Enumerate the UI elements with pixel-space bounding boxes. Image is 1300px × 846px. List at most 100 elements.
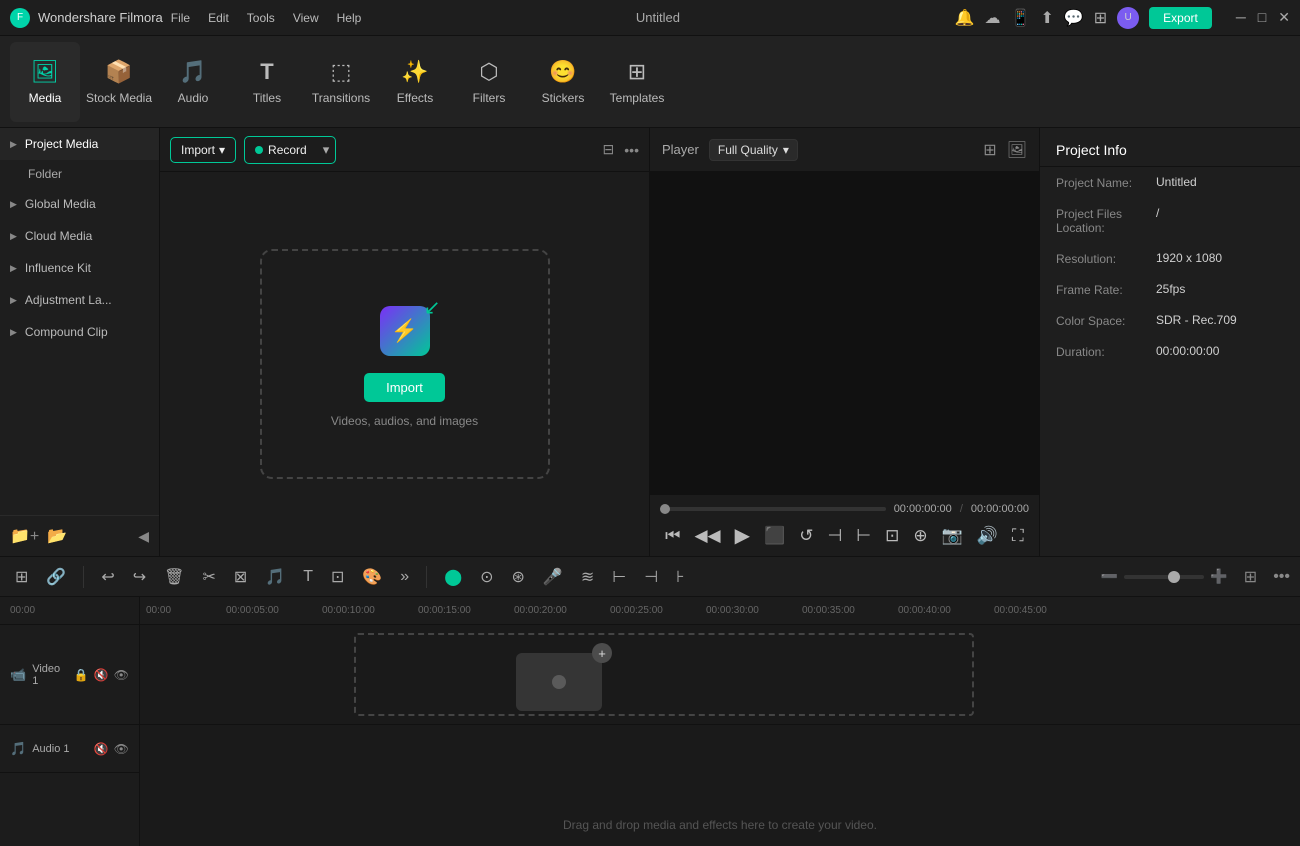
player-snapshot-icon[interactable]: 🖼 <box>1007 140 1027 160</box>
audio-button[interactable]: 🔊 <box>977 526 998 546</box>
filter-icon[interactable]: ⊟ <box>603 141 615 158</box>
app-logo: F <box>10 8 30 28</box>
apps-icon[interactable]: ⊞ <box>1094 8 1107 28</box>
add-folder-icon[interactable]: 📁+ <box>10 526 39 546</box>
redo-button[interactable]: ↪ <box>128 563 151 591</box>
delete-button[interactable]: 🗑 <box>159 563 189 591</box>
record-arrow-icon[interactable]: ▾ <box>317 137 336 163</box>
toolbar-transitions[interactable]: ⬚ Transitions <box>306 42 376 122</box>
magnet-button[interactable]: 🔗 <box>41 563 71 591</box>
menu-tools[interactable]: Tools <box>247 11 275 25</box>
notification-icon[interactable]: 🔔 <box>955 8 975 28</box>
player-viewport <box>650 172 1039 494</box>
ruler-mark-7: 00:00:35:00 <box>802 605 898 616</box>
sidebar-item-compound-clip[interactable]: ▶ Compound Clip <box>0 316 159 348</box>
more-options-icon[interactable]: ••• <box>624 142 639 158</box>
text-button[interactable]: T <box>298 564 318 590</box>
audio-eye-icon[interactable]: 👁 <box>114 742 129 756</box>
maximize-button[interactable]: □ <box>1258 9 1266 26</box>
sidebar-item-cloud-media[interactable]: ▶ Cloud Media <box>0 220 159 252</box>
sidebar-item-adjustment-layer[interactable]: ▶ Adjustment La... <box>0 284 159 316</box>
group-button[interactable]: ⊣ <box>639 563 663 591</box>
devices-icon[interactable]: 📱 <box>1011 8 1031 28</box>
ripple-button[interactable]: ⊙ <box>475 563 498 591</box>
share-icon[interactable]: ⬆ <box>1040 8 1053 28</box>
toolbar-audio[interactable]: 🎵 Audio <box>158 42 228 122</box>
close-button[interactable]: ✕ <box>1278 9 1290 26</box>
toolbar-stock-media[interactable]: 📦 Stock Media <box>84 42 154 122</box>
scene-detection-button[interactable]: ⊞ <box>10 563 33 591</box>
mark-out-button[interactable]: ⊢ <box>856 526 871 546</box>
crop-button[interactable]: ⊠ <box>229 563 252 591</box>
toolbar-effects[interactable]: ✨ Effects <box>380 42 450 122</box>
quality-select[interactable]: Full Quality ▾ <box>709 139 798 161</box>
sidebar-collapse-icon[interactable]: ◀ <box>138 528 149 545</box>
clip-volume-button[interactable]: ≋ <box>576 563 599 591</box>
zoom-handle[interactable] <box>1168 571 1180 583</box>
zoom-slider[interactable] <box>1124 575 1204 579</box>
record-button[interactable]: Record <box>245 138 317 162</box>
menu-view[interactable]: View <box>293 11 319 25</box>
toolbar-filters[interactable]: ⬡ Filters <box>454 42 524 122</box>
sidebar-item-global-media[interactable]: ▶ Global Media <box>0 188 159 220</box>
timeline-content[interactable]: + Drag and drop media and effects here t… <box>140 625 1300 846</box>
cloud-icon[interactable]: ☁ <box>985 8 1001 28</box>
sidebar-item-influence-kit[interactable]: ▶ Influence Kit <box>0 252 159 284</box>
download-arrow-icon: ↙ <box>424 295 441 320</box>
toolbar-titles[interactable]: T Titles <box>232 42 302 122</box>
play-button[interactable]: ▶ <box>735 523 750 548</box>
fullscreen-button[interactable]: ⛶ <box>1012 526 1024 546</box>
toolbar-media[interactable]: 🖼 Media <box>10 42 80 122</box>
timeline-active-tool[interactable]: ⬤ <box>439 563 467 591</box>
color-button[interactable]: 🎨 <box>357 563 387 591</box>
clip-to-timeline-button[interactable]: ⊕ <box>913 526 927 546</box>
menu-edit[interactable]: Edit <box>208 11 229 25</box>
project-name-row: Project Name: Untitled <box>1040 167 1300 198</box>
skip-start-button[interactable]: ⏮ <box>665 526 680 546</box>
eye-icon[interactable]: 👁 <box>114 668 129 682</box>
audio-track-icon: 🎵 <box>10 741 26 757</box>
media-panel: Import ▾ Record ▾ ⊟ ••• ⚡ <box>160 128 650 556</box>
more-tools-button[interactable]: » <box>395 564 414 590</box>
menu-file[interactable]: File <box>171 11 190 25</box>
zoom-out-icon[interactable]: ➖ <box>1101 568 1118 585</box>
export-button[interactable]: Export <box>1149 7 1212 29</box>
sidebar-item-folder[interactable]: Folder <box>0 160 159 188</box>
media-icon: 🖼 <box>31 59 59 85</box>
more-timeline-icon[interactable]: ••• <box>1273 568 1290 586</box>
mute-icon[interactable]: 🔇 <box>94 668 109 682</box>
zoom-in-icon[interactable]: ➕ <box>1210 568 1227 585</box>
player-crop-icon[interactable]: ⊞ <box>983 140 996 160</box>
open-folder-icon[interactable]: 📂 <box>47 526 67 546</box>
split-button[interactable]: ⊦ <box>671 563 689 591</box>
ruler-mark-2: 00:00:10:00 <box>322 605 418 616</box>
loop-button[interactable]: ↺ <box>799 526 813 546</box>
transform-button[interactable]: ⊡ <box>326 563 349 591</box>
grid-layout-icon[interactable]: ⊞ <box>1244 567 1257 587</box>
snapshot-button[interactable]: 📷 <box>942 526 963 546</box>
toolbar-stickers[interactable]: 😊 Stickers <box>528 42 598 122</box>
import-button[interactable]: Import ▾ <box>171 138 235 162</box>
community-icon[interactable]: 💬 <box>1064 8 1084 28</box>
import-green-button[interactable]: Import <box>364 373 445 402</box>
audio-mute-icon[interactable]: 🔇 <box>94 742 109 756</box>
menu-help[interactable]: Help <box>337 11 362 25</box>
minimize-button[interactable]: ─ <box>1236 9 1246 26</box>
lock-icon[interactable]: 🔒 <box>74 668 89 682</box>
user-avatar[interactable]: U <box>1117 7 1139 29</box>
scene-detect-button[interactable]: ⊡ <box>885 526 899 546</box>
toolbar-templates[interactable]: ⊞ Templates <box>602 42 672 122</box>
step-back-button[interactable]: ◀◀ <box>694 526 720 546</box>
sidebar-item-project-media[interactable]: ▶ Project Media <box>0 128 159 160</box>
cut-button[interactable]: ✂ <box>197 563 220 591</box>
progress-track[interactable] <box>660 507 886 511</box>
mark-in-button[interactable]: ⊣ <box>827 526 842 546</box>
progress-handle[interactable] <box>660 504 670 514</box>
undo-button[interactable]: ↩ <box>96 563 119 591</box>
import-drop-area[interactable]: ⚡ ↙ Import Videos, audios, and images <box>260 249 550 479</box>
speed-button[interactable]: ⊛ <box>507 563 530 591</box>
audio-detach-button[interactable]: 🎵 <box>260 563 290 591</box>
detach-button[interactable]: ⊢ <box>607 563 631 591</box>
audio-record-button[interactable]: 🎤 <box>538 563 568 591</box>
stop-button[interactable]: ⬛ <box>764 526 785 546</box>
